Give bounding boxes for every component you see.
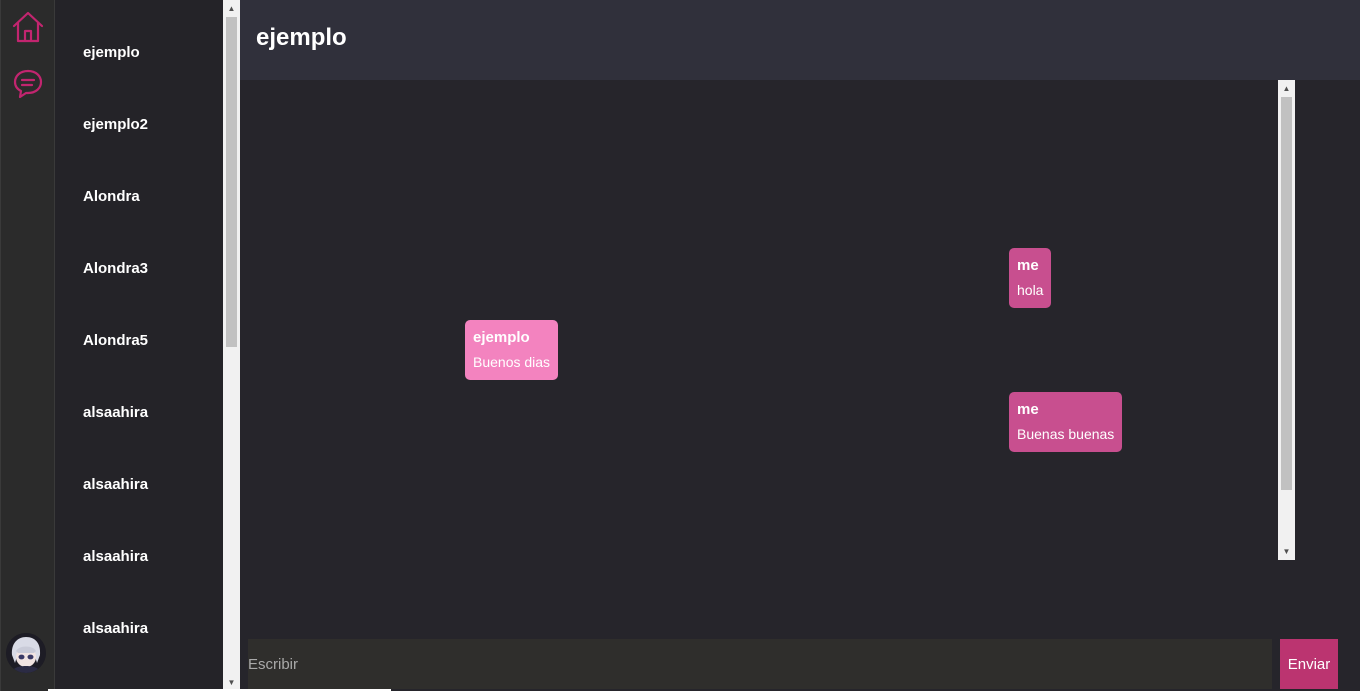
contact-item[interactable]: alsaahira bbox=[83, 476, 148, 493]
contact-item[interactable]: Alondra bbox=[83, 188, 140, 205]
home-icon bbox=[12, 11, 44, 43]
scroll-down-arrow-icon[interactable]: ▼ bbox=[1278, 543, 1295, 560]
message-bubble-mine: me hola bbox=[1009, 248, 1052, 308]
chat-app: ejemplo ejemplo2 Alondra Alondra3 Alondr… bbox=[0, 0, 1360, 691]
contacts-scrollbar-thumb[interactable] bbox=[226, 17, 237, 347]
messages-area: me hola ejemplo Buenos dias me Buenas bu… bbox=[240, 80, 1280, 560]
contact-item[interactable]: Alondra5 bbox=[83, 332, 148, 349]
chat-bubble-icon bbox=[13, 69, 43, 99]
message-text: Buenos dias bbox=[473, 354, 551, 370]
send-button[interactable]: Enviar bbox=[1280, 639, 1338, 689]
message-bubble-mine: me Buenas buenas bbox=[1009, 392, 1123, 452]
contact-item[interactable]: ejemplo2 bbox=[83, 116, 148, 133]
message-author: me bbox=[1017, 257, 1039, 274]
chat-header: ejemplo bbox=[240, 0, 1360, 80]
icon-rail bbox=[0, 0, 55, 691]
avatar-image bbox=[6, 633, 46, 673]
contact-item[interactable]: ejemplo bbox=[83, 44, 140, 61]
contact-item[interactable]: alsaahira bbox=[83, 620, 148, 637]
message-input[interactable] bbox=[248, 639, 1272, 689]
contacts-scrollbar[interactable]: ▲ ▼ bbox=[223, 0, 240, 691]
scroll-up-arrow-icon[interactable]: ▲ bbox=[1278, 80, 1295, 97]
message-author: ejemplo bbox=[473, 329, 530, 346]
message-text: hola bbox=[1017, 282, 1044, 298]
contact-item[interactable]: Alondra3 bbox=[83, 260, 148, 277]
message-author: me bbox=[1017, 401, 1039, 418]
message-bubble-theirs: ejemplo Buenos dias bbox=[465, 320, 559, 380]
chat-title: ejemplo bbox=[256, 24, 347, 51]
contacts-list: ejemplo ejemplo2 Alondra Alondra3 Alondr… bbox=[55, 0, 223, 691]
contact-item[interactable]: alsaahira bbox=[83, 548, 148, 565]
contact-item[interactable]: alsaahira bbox=[83, 404, 148, 421]
scroll-up-arrow-icon[interactable]: ▲ bbox=[223, 0, 240, 17]
message-text: Buenas buenas bbox=[1017, 426, 1115, 442]
messages-scrollbar-thumb[interactable] bbox=[1281, 97, 1292, 490]
home-button[interactable] bbox=[10, 9, 46, 45]
chat-button[interactable] bbox=[10, 66, 46, 102]
user-avatar[interactable] bbox=[6, 633, 46, 673]
messages-scrollbar[interactable]: ▲ ▼ bbox=[1278, 80, 1295, 560]
